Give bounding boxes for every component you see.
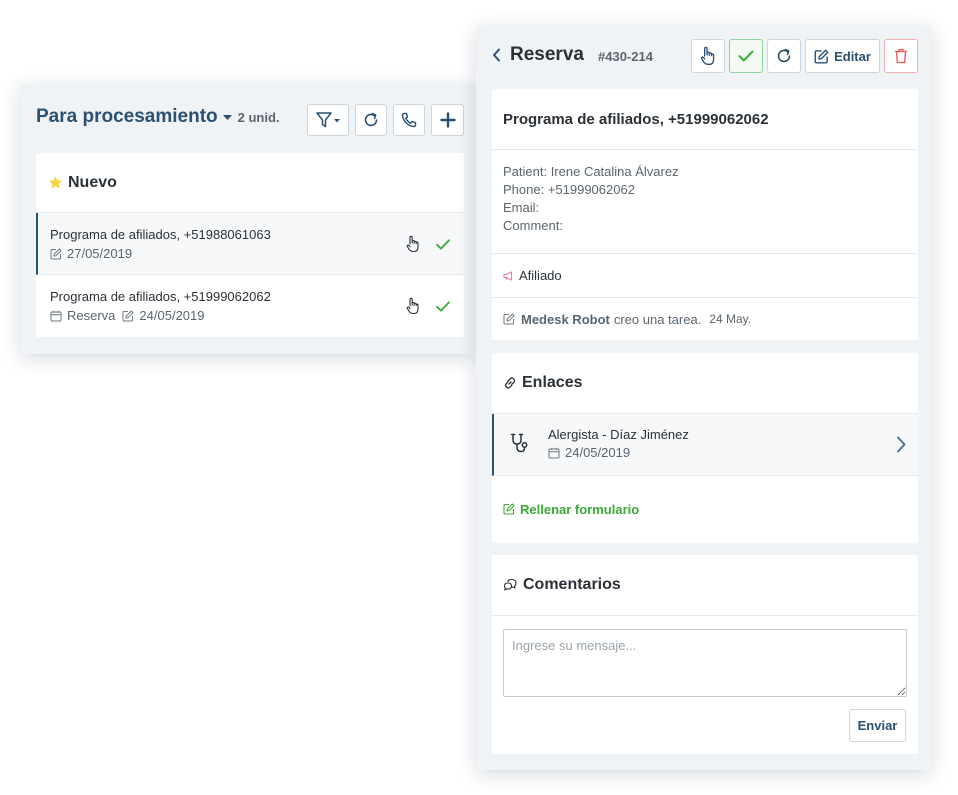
check-icon[interactable]	[436, 300, 450, 312]
megaphone-icon	[503, 270, 519, 281]
source-row: Afiliado	[492, 254, 918, 298]
list-item-date: 24/05/2019	[139, 308, 205, 323]
list-item-title: Programa de afiliados, +51988061063	[50, 227, 271, 242]
take-task-icon[interactable]	[406, 297, 420, 315]
linked-appointment[interactable]: Alergista - Díaz Jiménez 24/05/2019	[492, 414, 918, 476]
edit-icon	[122, 310, 139, 322]
fill-form-label[interactable]: Rellenar formulario	[520, 502, 639, 517]
fill-form-link[interactable]: Rellenar formulario	[492, 476, 918, 542]
edit-icon[interactable]	[503, 503, 520, 515]
call-button[interactable]	[393, 104, 425, 136]
calendar-icon	[548, 447, 565, 459]
links-card: Enlaces Alergista - Díaz Jiménez 24/05/2…	[492, 353, 918, 543]
add-button[interactable]	[431, 104, 464, 136]
comment-field: Comment:	[503, 218, 563, 233]
detail-id: #430-214	[598, 49, 653, 64]
queue-title[interactable]: Para procesamiento	[36, 106, 218, 128]
log-actor: Medesk Robot	[521, 311, 610, 327]
section-header-new: Nuevo	[36, 153, 464, 213]
complete-button[interactable]	[729, 39, 763, 73]
back-icon[interactable]	[492, 48, 501, 62]
refresh-button[interactable]	[767, 39, 801, 73]
refresh-icon[interactable]	[362, 111, 380, 129]
check-icon[interactable]	[738, 50, 754, 62]
queue-panel: Para procesamiento 2 unid. Nuevo Program…	[20, 84, 476, 354]
email-field: Email:	[503, 200, 540, 215]
queue-list-card: Nuevo Programa de afiliados, +5198806106…	[36, 153, 464, 337]
linked-appointment-date: 24/05/2019	[565, 445, 631, 460]
send-button[interactable]: Enviar	[849, 709, 906, 742]
list-item-date: 27/05/2019	[67, 246, 133, 261]
filter-icon[interactable]	[315, 111, 341, 129]
log-action: creo una tarea.	[613, 311, 702, 327]
star-icon	[48, 175, 68, 190]
detail-panel: Reserva #430-214 Editar Programa de afil…	[476, 26, 932, 770]
log-date: 24 May.	[709, 312, 752, 326]
comment-input[interactable]	[503, 629, 907, 697]
chevron-right-icon[interactable]	[896, 436, 906, 453]
queue-count: 2 unid.	[237, 110, 280, 125]
take-task-button[interactable]	[691, 39, 725, 73]
queue-header: Para procesamiento 2 unid.	[36, 104, 464, 136]
check-icon[interactable]	[436, 238, 450, 250]
task-fields: Patient: Irene Catalina Álvarez Phone: +…	[492, 150, 918, 254]
source-label: Afiliado	[519, 268, 562, 283]
task-heading: Programa de afiliados, +51999062062	[492, 89, 918, 150]
section-title: Nuevo	[68, 173, 117, 191]
list-item[interactable]: Programa de afiliados, +51988061063 27/0…	[36, 213, 464, 275]
trash-icon[interactable]	[894, 48, 908, 64]
patient-field: Patient: Irene Catalina Álvarez	[503, 164, 679, 179]
calendar-icon	[50, 310, 67, 322]
queue-title-dropdown[interactable]: Para procesamiento 2 unid.	[36, 106, 280, 128]
comments-card: Comentarios Enviar	[492, 555, 918, 754]
comments-header: Comentarios	[492, 555, 918, 616]
list-item-type: Reserva	[67, 308, 116, 323]
edit-button-label[interactable]: Editar	[834, 49, 871, 64]
edit-button[interactable]: Editar	[805, 39, 880, 73]
refresh-icon[interactable]	[775, 47, 793, 65]
caret-down-icon[interactable]	[222, 114, 232, 120]
list-item-title: Programa de afiliados, +51999062062	[50, 289, 271, 304]
phone-field: Phone: +51999062062	[503, 182, 635, 197]
plus-icon[interactable]	[439, 112, 456, 128]
filter-button[interactable]	[307, 104, 349, 136]
detail-header: Reserva #430-214 Editar	[492, 39, 918, 73]
take-task-icon[interactable]	[406, 235, 420, 253]
edit-icon	[503, 313, 521, 325]
phone-icon[interactable]	[400, 111, 418, 129]
activity-log: Medesk Robot creo una tarea. 24 May.	[492, 298, 918, 340]
link-icon	[503, 376, 522, 390]
refresh-button[interactable]	[355, 104, 387, 136]
hand-icon[interactable]	[700, 46, 716, 66]
edit-icon	[50, 248, 67, 260]
list-item[interactable]: Programa de afiliados, +51999062062 Rese…	[36, 275, 464, 337]
links-header: Enlaces	[492, 353, 918, 414]
linked-appointment-title: Alergista - Díaz Jiménez	[548, 427, 689, 442]
edit-icon[interactable]	[814, 49, 829, 64]
comments-title: Comentarios	[523, 576, 621, 593]
delete-button[interactable]	[884, 39, 918, 73]
detail-title: Reserva	[510, 44, 584, 65]
chat-bubbles-icon	[503, 578, 523, 592]
links-title: Enlaces	[522, 374, 583, 391]
task-info-card: Programa de afiliados, +51999062062 Pati…	[492, 89, 918, 340]
stethoscope-icon	[510, 433, 530, 455]
